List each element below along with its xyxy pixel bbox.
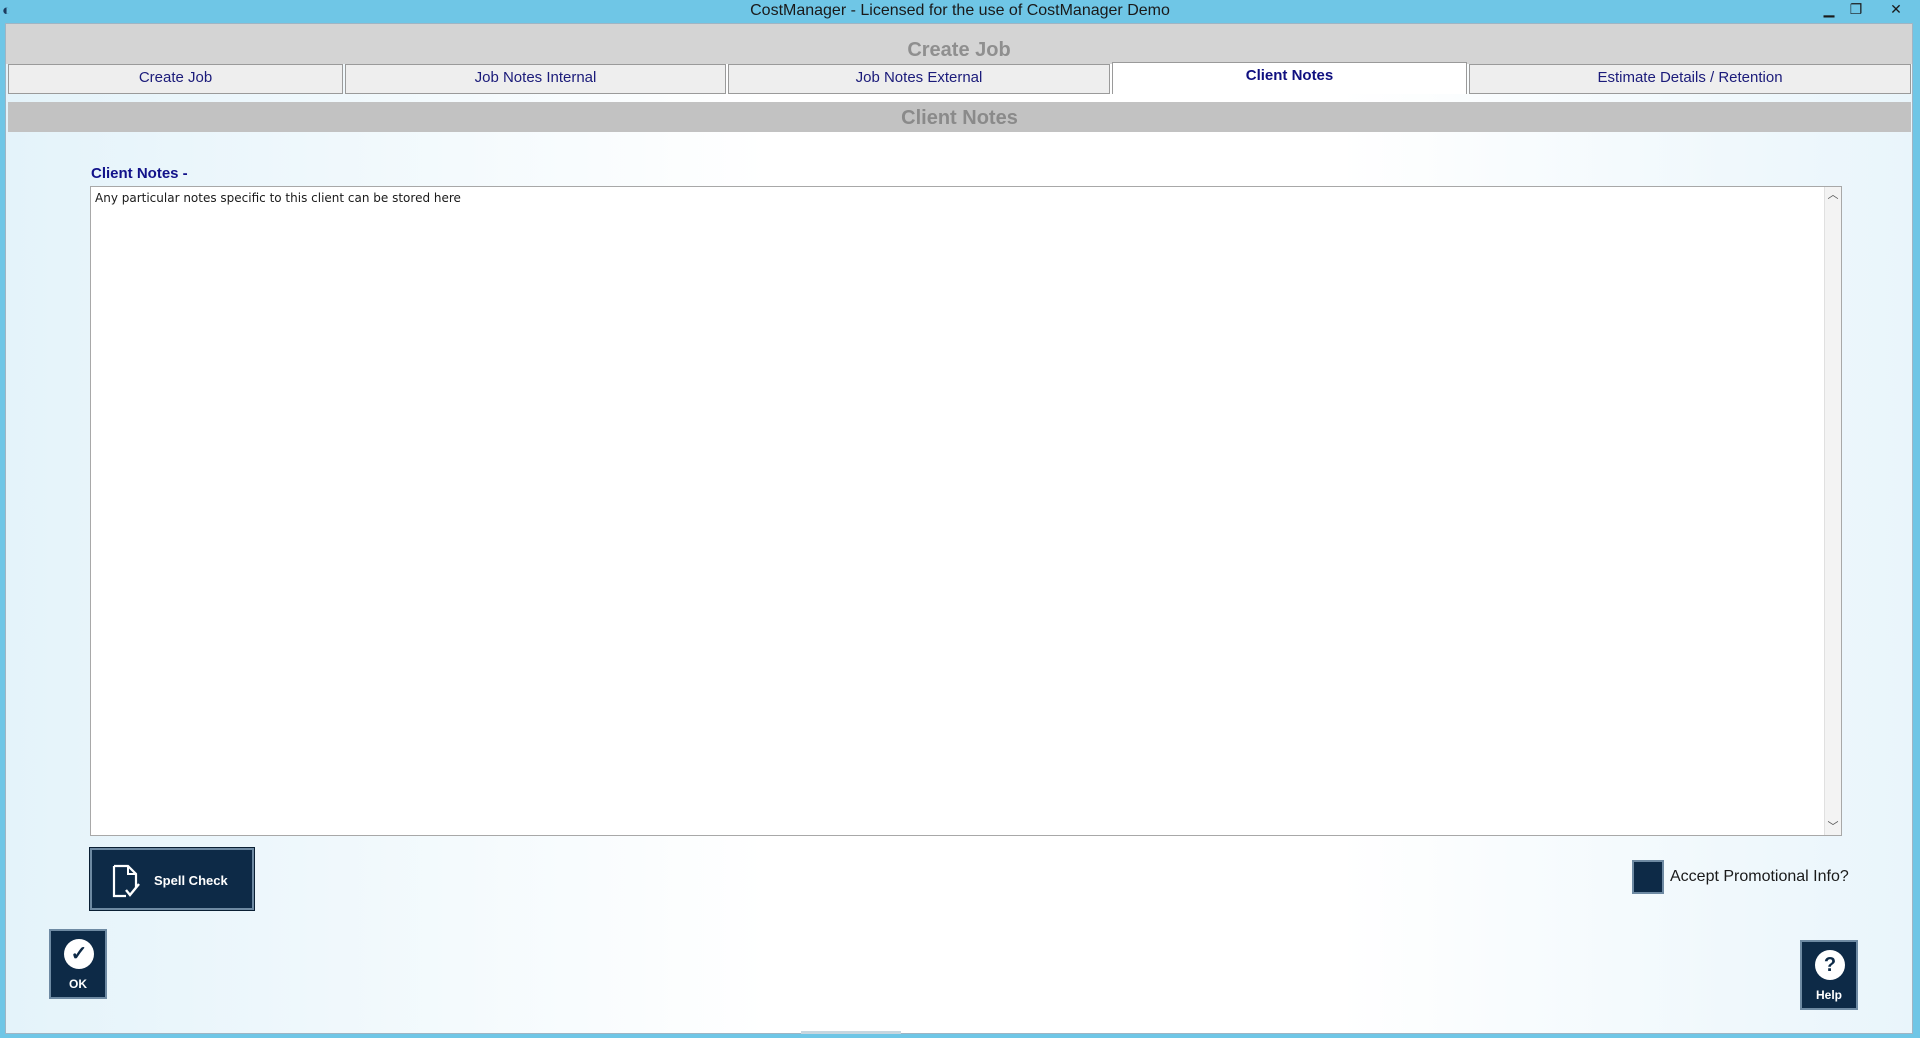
help-button[interactable]: ? Help (1800, 940, 1858, 1010)
client-notes-textarea[interactable]: Any particular notes specific to this cl… (90, 186, 1842, 836)
document-check-icon (112, 864, 140, 898)
spell-check-button[interactable]: Spell Check (89, 847, 255, 911)
help-label: Help (1815, 988, 1842, 1002)
section-title: Client Notes (901, 107, 1018, 129)
restore-button[interactable]: ❐ (1843, 0, 1869, 18)
page-title: Create Job (907, 39, 1011, 61)
tab-estimate-details-retention[interactable]: Estimate Details / Retention (1469, 64, 1911, 94)
accept-promotional-label: Accept Promotional Info? (1670, 868, 1849, 885)
vertical-scrollbar[interactable]: ︿ ﹀ (1824, 187, 1841, 835)
tab-client-notes[interactable]: Client Notes (1112, 62, 1467, 94)
header-band: Create Job (6, 24, 1912, 64)
tab-job-notes-internal[interactable]: Job Notes Internal (345, 64, 726, 94)
minimize-button[interactable]: ▁ (1816, 0, 1842, 18)
ok-label: OK (69, 977, 87, 991)
tab-job-notes-external[interactable]: Job Notes External (728, 64, 1110, 94)
title-bar: ◐ CostManager - Licensed for the use of … (0, 0, 1920, 23)
close-button[interactable]: ✕ (1877, 0, 1915, 18)
tab-create-job[interactable]: Create Job (8, 64, 343, 94)
ok-button[interactable]: ✓ OK (49, 929, 107, 999)
accept-promotional-checkbox[interactable] (1632, 860, 1664, 894)
scroll-up-icon[interactable]: ︿ (1825, 187, 1841, 203)
client-notes-text[interactable]: Any particular notes specific to this cl… (95, 191, 461, 205)
resize-grip (801, 1031, 901, 1034)
scroll-down-icon[interactable]: ﹀ (1825, 819, 1841, 835)
checkmark-icon: ✓ (64, 939, 94, 969)
section-header: Client Notes (8, 102, 1911, 132)
window-frame: Create Job Create Job Job Notes Internal… (5, 23, 1913, 1034)
window-title: CostManager - Licensed for the use of Co… (750, 2, 1170, 19)
spell-check-label: Spell Check (154, 873, 228, 888)
client-notes-label: Client Notes - (91, 165, 188, 182)
question-mark-icon: ? (1815, 950, 1845, 980)
